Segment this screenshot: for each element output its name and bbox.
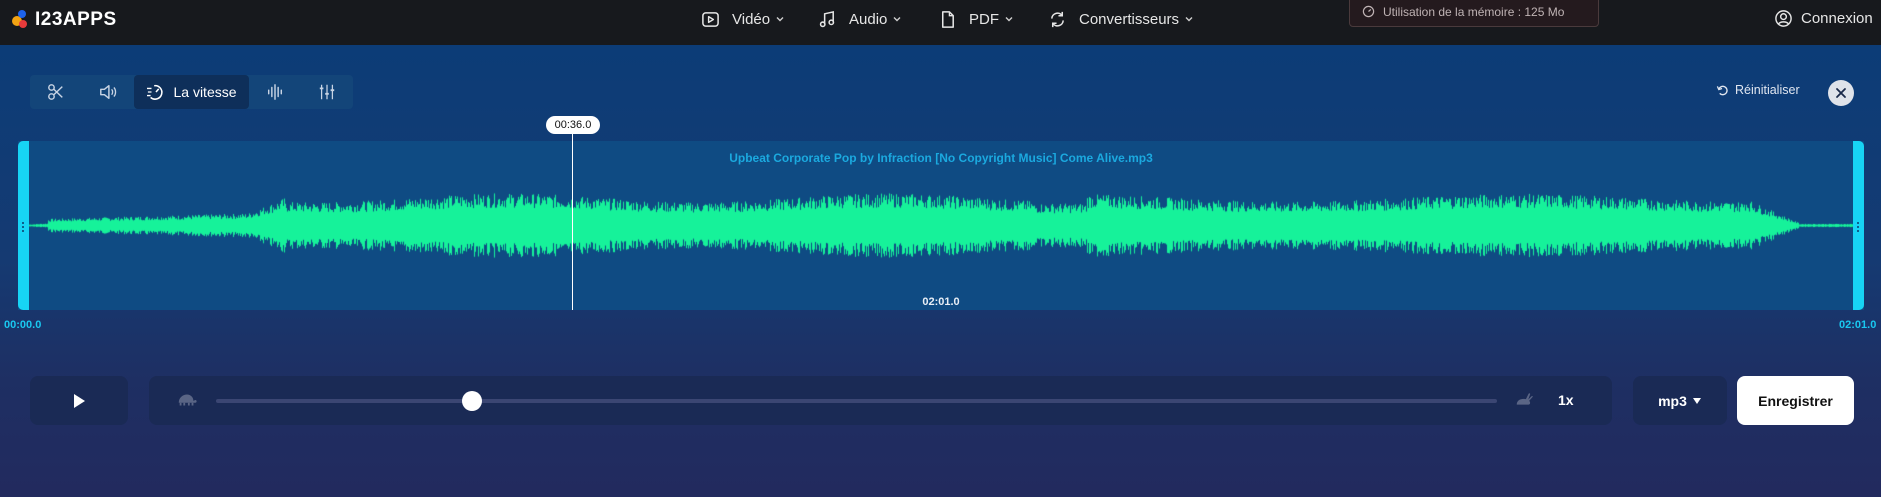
play-button[interactable] (30, 376, 128, 425)
sliders-icon (319, 84, 335, 100)
reset-label: Réinitialiser (1735, 83, 1800, 97)
speed-icon (147, 84, 164, 100)
music-note-icon (819, 10, 835, 27)
speed-tool-label: La vitesse (173, 84, 237, 100)
trim-handle-right[interactable] (1853, 141, 1864, 310)
undo-icon (1716, 85, 1728, 95)
start-time-label: 00:00.0 (4, 319, 42, 331)
rabbit-icon (1516, 393, 1533, 405)
video-icon (702, 11, 719, 27)
document-icon (941, 10, 954, 28)
turtle-icon (178, 394, 197, 406)
close-button[interactable] (1828, 80, 1854, 106)
selection-duration: 02:01.0 (922, 296, 960, 308)
convert-icon (1051, 11, 1064, 27)
reset-button[interactable]: Réinitialiser (1716, 83, 1800, 97)
memory-usage-text: Utilisation de la mémoire : 125 Mo (1383, 4, 1565, 19)
track-file-name: Upbeat Corporate Pop by Infraction [No C… (729, 151, 1153, 165)
nav-converters[interactable]: Convertisseurs (1048, 8, 1194, 30)
play-icon (74, 393, 85, 408)
chevron-down-icon (893, 17, 901, 22)
waveform-icon (268, 84, 283, 100)
login-label: Connexion (1801, 10, 1873, 27)
save-button[interactable]: Enregistrer (1737, 376, 1854, 425)
nav-video-label: Vidéo (732, 10, 771, 28)
speed-slider-track[interactable] (216, 391, 1497, 411)
equalizer-tool-button[interactable] (249, 75, 301, 109)
audio-waveform[interactable] (29, 170, 1853, 281)
playhead-time: 00:36.0 (546, 116, 600, 134)
speed-tool-button[interactable]: La vitesse (133, 75, 250, 109)
playhead-line[interactable] (572, 133, 573, 310)
user-icon (1775, 10, 1792, 27)
speed-slider-handle[interactable] (462, 391, 483, 411)
chevron-down-icon (776, 17, 784, 22)
top-navigation-bar: I23APPS Vidéo Audio PDF Convertisseurs U… (0, 0, 1881, 45)
memory-usage-badge: Utilisation de la mémoire : 125 Mo (1349, 0, 1599, 27)
nav-converters-label: Convertisseurs (1079, 10, 1180, 28)
trim-handle-left[interactable] (18, 141, 29, 310)
nav-audio[interactable]: Audio (818, 8, 902, 30)
format-dropdown[interactable]: mp3 (1633, 376, 1727, 425)
logo-mark-icon (12, 10, 32, 30)
close-icon (1836, 88, 1846, 98)
chevron-down-icon (1005, 17, 1013, 22)
login-link[interactable]: Connexion (1774, 9, 1873, 28)
chevron-down-icon (1185, 17, 1193, 22)
logo-text: I23APPS (35, 9, 117, 30)
cut-tool-button[interactable] (30, 75, 82, 109)
caret-down-icon (1692, 397, 1701, 404)
volume-tool-button[interactable] (82, 75, 134, 109)
nav-pdf-label: PDF (969, 10, 999, 28)
edit-tools-bar: La vitesse (30, 75, 353, 109)
nav-audio-label: Audio (849, 10, 888, 28)
speed-value: 1x (1558, 392, 1574, 408)
logo[interactable]: I23APPS (12, 9, 117, 31)
scissors-icon (48, 84, 63, 100)
format-value: mp3 (1658, 392, 1687, 409)
speed-control-panel: 1x (149, 376, 1612, 425)
end-time-label: 02:01.0 (1839, 319, 1877, 331)
mixer-tool-button[interactable] (301, 75, 353, 109)
nav-pdf[interactable]: PDF (938, 8, 1014, 30)
gauge-icon (1362, 5, 1375, 18)
speaker-icon (99, 84, 116, 100)
nav-video[interactable]: Vidéo (701, 8, 785, 30)
